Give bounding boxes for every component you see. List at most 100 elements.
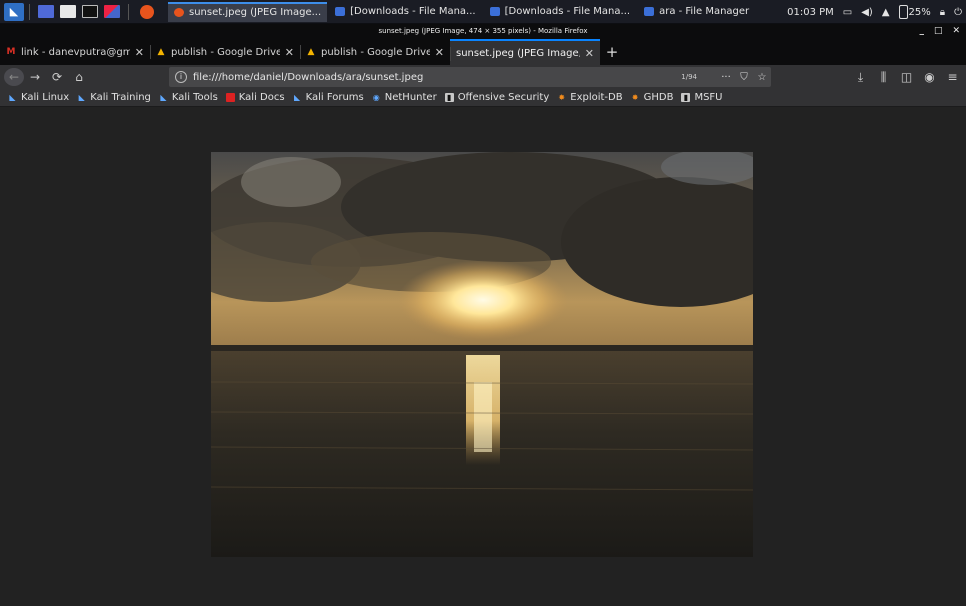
taskbar-task-firefox[interactable]: sunset.jpeg (JPEG Image... — [168, 1, 328, 22]
bookmark-kali-training[interactable]: ◣ Kali Training — [77, 92, 151, 103]
tab-gmail[interactable]: M link - danevputra@gmai ✕ — [0, 39, 150, 65]
bookmark-label: Kali Forums — [305, 92, 364, 103]
taskbar-task-ara[interactable]: ara - File Manager — [638, 2, 755, 22]
sunset-image[interactable] — [211, 152, 753, 557]
desktop-panel: ◣ sunset.jpeg (JPEG Image... [Downloads … — [0, 0, 966, 24]
zoom-indicator[interactable]: 1/94 — [681, 73, 697, 81]
offsec-icon: ▮ — [444, 93, 454, 102]
nethunter-icon: ◉ — [372, 93, 380, 102]
google-drive-icon: ▲ — [307, 47, 315, 57]
forward-button[interactable]: → — [24, 67, 46, 87]
page-info-icon[interactable]: i — [175, 71, 187, 83]
power-icon[interactable]: ⏻ — [954, 7, 962, 18]
tab-sunset-image[interactable]: sunset.jpeg (JPEG Image, 47 ✕ — [450, 39, 600, 65]
task-label: [Downloads - File Mana... — [504, 6, 631, 17]
task-label: ara - File Manager — [659, 6, 750, 17]
tab-label: publish - Google Drive — [171, 46, 280, 58]
folder-icon — [489, 7, 500, 16]
navigation-toolbar: ← → ⟳ ⌂ i file:///home/daniel/Downloads/… — [0, 65, 966, 89]
exploit-db-icon: ✸ — [558, 93, 566, 102]
tab-close-icon[interactable]: ✕ — [585, 47, 594, 60]
bookmark-kali-forums[interactable]: ◣ Kali Forums — [293, 92, 364, 103]
tab-google-drive-2[interactable]: ▲ publish - Google Drive ✕ — [300, 39, 450, 65]
extension-icon[interactable]: ◉ — [920, 67, 939, 87]
bookmark-kali-docs[interactable]: Kali Docs — [225, 92, 285, 103]
msfu-icon: ▮ — [681, 93, 691, 102]
reload-button[interactable]: ⟳ — [46, 67, 68, 87]
bookmark-label: Exploit-DB — [570, 92, 623, 103]
tab-label: link - danevputra@gmai — [21, 46, 130, 58]
system-tray: 01:03 PM ▭ ◀) ▲ 25% 🔒︎ ⏻ — [787, 0, 962, 24]
battery-icon[interactable] — [898, 5, 908, 19]
bookmark-ghdb[interactable]: ✸ GHDB — [631, 92, 674, 103]
maximize-icon[interactable]: □ — [934, 24, 943, 39]
gmail-icon: M — [6, 47, 16, 57]
bookmark-kali-tools[interactable]: ◣ Kali Tools — [159, 92, 218, 103]
url-bar[interactable]: i file:///home/daniel/Downloads/ara/suns… — [169, 67, 771, 87]
bookmark-label: Kali Docs — [238, 92, 285, 103]
bookmark-label: GHDB — [643, 92, 674, 103]
tab-label: sunset.jpeg (JPEG Image, 47 — [456, 47, 580, 59]
volume-icon[interactable]: ◀) — [861, 7, 873, 18]
back-button[interactable]: ← — [4, 68, 24, 86]
bookmark-offensive-security[interactable]: ▮ Offensive Security — [444, 92, 550, 103]
battery-percent: 25% — [908, 6, 931, 18]
ghdb-icon: ✸ — [631, 93, 639, 102]
bookmark-nethunter[interactable]: ◉ NetHunter — [372, 92, 437, 103]
panel-separator — [128, 3, 129, 20]
bookmarks-toolbar: ◣ Kali Linux ◣ Kali Training ◣ Kali Tool… — [0, 89, 966, 107]
close-icon[interactable]: ✕ — [952, 24, 960, 39]
new-tab-button[interactable]: + — [600, 39, 624, 65]
lock-icon[interactable]: 🔒︎ — [940, 7, 945, 18]
home-button[interactable]: ⌂ — [68, 67, 90, 87]
sunset-photo-illustration — [211, 152, 753, 557]
page-actions-icon[interactable]: ··· — [717, 72, 735, 83]
file-manager-launcher-icon[interactable] — [60, 5, 76, 18]
tab-close-icon[interactable]: ✕ — [285, 46, 294, 59]
hamburger-menu-icon[interactable]: ≡ — [943, 67, 962, 87]
bookmark-label: Kali Linux — [21, 92, 70, 103]
tab-close-icon[interactable]: ✕ — [135, 46, 144, 59]
bookmark-star-icon[interactable]: ☆ — [753, 72, 771, 83]
notification-bell-icon[interactable]: ▲ — [882, 7, 890, 18]
kali-icon: ◣ — [78, 93, 85, 102]
google-drive-icon: ▲ — [157, 47, 165, 57]
workspace-1-icon[interactable] — [38, 5, 54, 18]
downloads-icon[interactable]: ⤓ — [851, 67, 870, 87]
tab-close-icon[interactable]: ✕ — [435, 46, 444, 59]
terminal-launcher-icon[interactable] — [82, 5, 98, 18]
tab-label: publish - Google Drive — [321, 46, 430, 58]
clock[interactable]: 01:03 PM — [787, 7, 834, 18]
bookmark-label: Kali Tools — [171, 92, 218, 103]
kali-icon: ◣ — [160, 93, 167, 102]
sidebar-icon[interactable]: ◫ — [897, 67, 916, 87]
kali-icon: ◣ — [9, 93, 16, 102]
bookmark-kali-linux[interactable]: ◣ Kali Linux — [8, 92, 69, 103]
panel-separator — [29, 3, 30, 20]
kali-menu-icon[interactable]: ◣ — [4, 2, 24, 21]
minimize-icon[interactable]: _ — [919, 24, 924, 39]
firefox-launcher-icon[interactable] — [140, 4, 154, 19]
pocket-icon[interactable]: ⛉ — [735, 72, 753, 83]
display-icon[interactable]: ▭ — [843, 7, 852, 18]
bookmark-msfu[interactable]: ▮ MSFU — [681, 92, 723, 103]
image-viewer-page — [0, 107, 966, 606]
url-input[interactable]: file:///home/daniel/Downloads/ara/sunset… — [193, 72, 681, 83]
library-icon[interactable]: ⫼ — [874, 67, 893, 87]
window-title: sunset.jpeg (JPEG Image, 474 × 355 pixel… — [378, 27, 588, 35]
task-label: sunset.jpeg (JPEG Image... — [189, 7, 322, 18]
bookmark-label: Offensive Security — [457, 92, 550, 103]
window-titlebar: sunset.jpeg (JPEG Image, 474 × 355 pixel… — [0, 24, 966, 39]
folder-icon — [335, 7, 346, 16]
kali-icon: ◣ — [294, 93, 301, 102]
bookmark-label: MSFU — [694, 92, 723, 103]
taskbar-task-downloads-2[interactable]: [Downloads - File Mana... — [484, 2, 636, 22]
bookmark-label: NetHunter — [384, 92, 437, 103]
app-launcher-icon[interactable] — [104, 5, 120, 18]
bookmark-exploit-db[interactable]: ✸ Exploit-DB — [557, 92, 622, 103]
folder-icon — [644, 7, 655, 16]
taskbar-task-downloads-1[interactable]: [Downloads - File Mana... — [329, 2, 481, 22]
task-label: [Downloads - File Mana... — [350, 6, 476, 17]
tab-google-drive-1[interactable]: ▲ publish - Google Drive ✕ — [150, 39, 300, 65]
bookmark-label: Kali Training — [90, 92, 151, 103]
